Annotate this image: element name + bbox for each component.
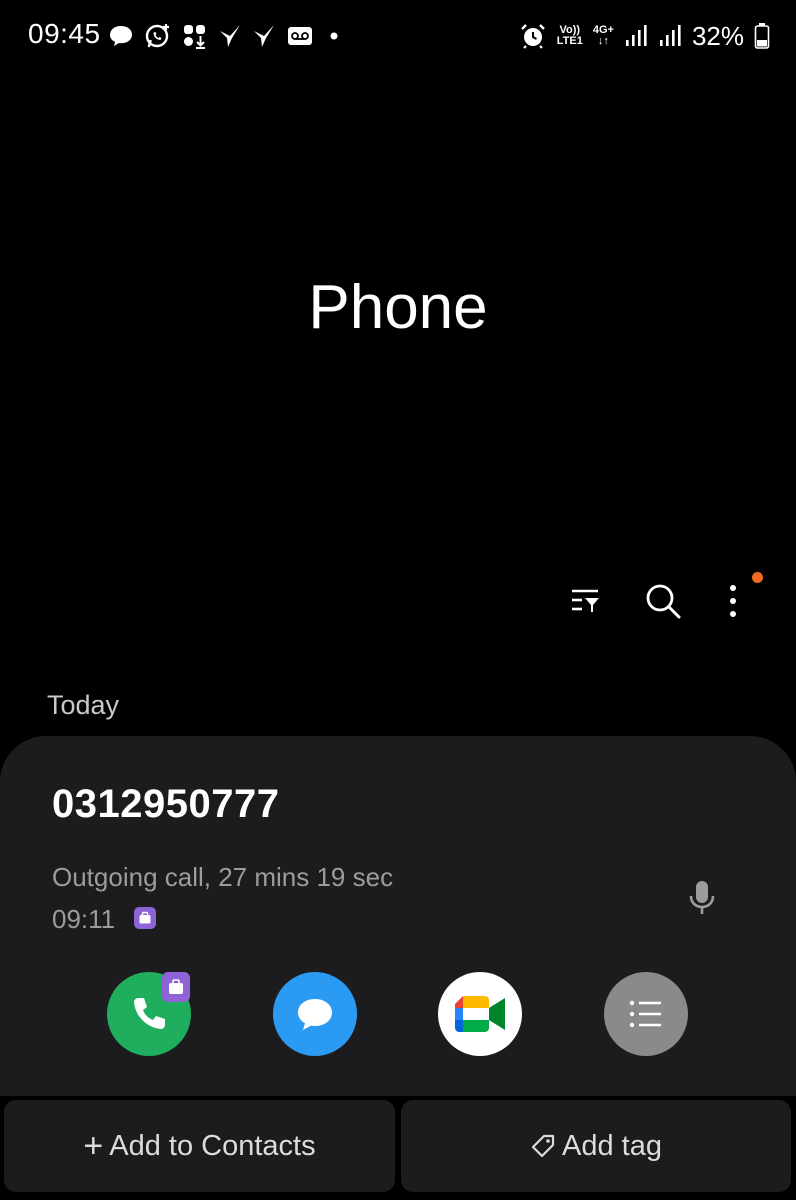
- call-detail: Outgoing call, 27 mins 19 sec: [52, 862, 394, 892]
- sim-badge: [134, 907, 156, 929]
- section-label-today: Today: [47, 690, 120, 720]
- sim-badge: [162, 972, 190, 1002]
- microphone-icon: [689, 881, 715, 914]
- message-button[interactable]: [273, 972, 357, 1056]
- call-time: 09:11: [52, 904, 116, 934]
- filter-icon: [572, 589, 599, 612]
- status-time: 09:45: [28, 18, 101, 49]
- more-options-button[interactable]: [710, 578, 756, 624]
- dot-icon: [330, 32, 338, 40]
- briefcase-icon: [169, 979, 183, 994]
- add-tag-label: Add tag: [562, 1129, 662, 1162]
- notification-dot: [752, 572, 763, 583]
- app-grid-download-icon: [184, 25, 205, 49]
- signal-icon: [625, 25, 647, 46]
- filter-button[interactable]: [563, 578, 609, 624]
- status-bar: 09:45 Vo)) LTE1 4G+ ↓↑ 32%: [0, 0, 796, 72]
- list-icon: [629, 1000, 661, 1028]
- add-to-contacts-label: Add to Contacts: [109, 1129, 316, 1162]
- chat-bubble-icon: [110, 26, 132, 46]
- voicemail-icon: [288, 27, 312, 45]
- network-type-label: 4G+ ↓↑: [592, 24, 614, 47]
- alarm-icon: [520, 24, 545, 49]
- add-to-contacts-button[interactable]: + Add to Contacts: [4, 1100, 395, 1192]
- battery-icon: [754, 23, 770, 49]
- video-call-button[interactable]: [438, 972, 522, 1056]
- bird-icon: [220, 25, 240, 47]
- bird-icon: [254, 25, 274, 47]
- search-button[interactable]: [640, 578, 686, 624]
- briefcase-icon: [139, 911, 151, 924]
- battery-percentage: 32%: [691, 20, 744, 51]
- details-button[interactable]: [604, 972, 688, 1056]
- add-tag-button[interactable]: Add tag: [401, 1100, 791, 1192]
- google-meet-icon: [455, 996, 505, 1032]
- caller-number: 0312950777: [52, 782, 280, 826]
- notification-icons: [108, 18, 344, 54]
- message-icon: [298, 999, 332, 1030]
- volte-label: Vo)) LTE1: [556, 24, 583, 47]
- call-recording-button[interactable]: [682, 876, 722, 920]
- signal-icon: [659, 25, 681, 46]
- search-icon: [646, 584, 681, 619]
- whatsapp-icon: [145, 24, 169, 48]
- plus-icon: +: [83, 1127, 104, 1165]
- page-title: Phone: [308, 273, 488, 342]
- more-options-icon: [730, 585, 736, 617]
- tag-icon: [531, 1134, 555, 1158]
- system-icons: Vo)) LTE1 4G+ ↓↑ 32%: [519, 18, 770, 54]
